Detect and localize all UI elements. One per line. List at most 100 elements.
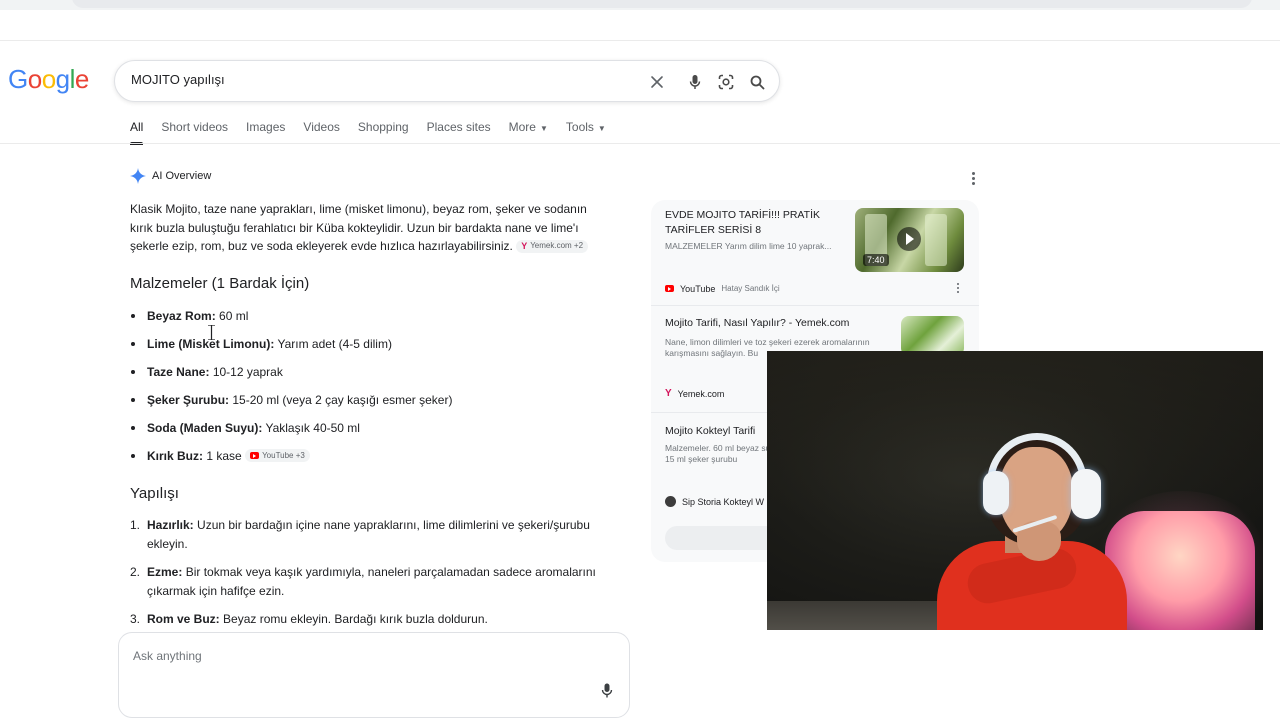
tab-more[interactable]: More ▼ (509, 120, 548, 144)
card-divider (651, 305, 979, 306)
ingredients-list: Beyaz Rom: 60 ml Lime (Misket Limonu): Y… (130, 306, 452, 474)
ingredient-value: 10-12 yaprak (212, 365, 283, 379)
list-item: Şeker Şurubu: 15-20 ml (veya 2 çay kaşığ… (130, 390, 452, 418)
card-title: Mojito Tarifi, Nasıl Yapılır? - Yemek.co… (665, 317, 850, 329)
cursor-icon (208, 325, 215, 340)
card-source[interactable]: YouTube Hatay Sandık İçi (665, 282, 780, 295)
logo-letter: o (41, 64, 56, 94)
clear-icon[interactable] (645, 70, 669, 94)
address-bar[interactable] (72, 0, 1252, 8)
ingredients-heading: Malzemeler (1 Bardak İçin) (130, 275, 310, 292)
card-source[interactable]: Sip Storia Kokteyl W (665, 496, 764, 507)
youtube-icon (665, 282, 674, 295)
source-chip-label: YouTube +3 (262, 450, 305, 460)
more-options-icon[interactable] (966, 170, 980, 186)
headphone-cup-right (1071, 469, 1101, 519)
card-title: EVDE MOJITO TARİFİ!!! PRATİK TARİFLER SE… (665, 209, 820, 236)
tab-all[interactable]: All (130, 120, 144, 145)
ai-overview-header: AI Overview (130, 168, 211, 184)
tab-label: More (508, 120, 536, 134)
ingredient-name: Şeker Şurubu: (147, 393, 230, 407)
youtube-icon (250, 452, 260, 459)
search-input[interactable] (131, 72, 631, 87)
step-text: Bir tokmak veya kaşık yardımıyla, nanele… (147, 565, 596, 598)
tab-images[interactable]: Images (246, 120, 285, 144)
yemek-icon: Y (521, 241, 528, 251)
source-name: YouTube (680, 283, 716, 294)
list-item: Beyaz Rom: 60 ml (130, 306, 452, 334)
browser-address-strip (0, 0, 1280, 10)
ingredient-value: 60 ml (219, 309, 249, 323)
list-item: 1. Hazırlık: Uzun bir bardağın içine nane… (130, 516, 630, 554)
play-icon[interactable] (897, 227, 921, 251)
step-text: Uzun bir bardağın içine nane yaprakların… (147, 518, 590, 551)
tab-label: Short videos (161, 120, 229, 134)
step-name: Rom ve Buz: (147, 612, 220, 626)
more-options-icon[interactable] (955, 282, 961, 294)
list-item: 3. Rom ve Buz: Beyaz romu ekleyin. Bardağ… (130, 610, 630, 629)
mic-icon[interactable] (683, 70, 707, 94)
step-number: 2. (130, 565, 141, 579)
list-item: Lime (Misket Limonu): Yarım adet (4-5 di… (130, 334, 452, 362)
search-box (114, 60, 780, 102)
chevron-down-icon: ▼ (597, 124, 606, 133)
steps-list: 1. Hazırlık: Uzun bir bardağın içine nane… (130, 516, 630, 638)
ingredient-value: 1 kase (206, 449, 242, 463)
ask-box (118, 632, 630, 718)
step-number: 3. (130, 612, 141, 626)
list-item: Kırık Buz: 1 kase YouTube +3 (130, 446, 452, 474)
ask-input[interactable] (133, 649, 533, 663)
logo-letter: e (74, 64, 89, 94)
search-icon[interactable] (745, 70, 769, 94)
ingredient-name: Soda (Maden Suyu): (147, 421, 263, 435)
card-source[interactable]: Y Yemek.com (665, 388, 724, 399)
step-name: Hazırlık: (147, 518, 194, 532)
thumbnail-image (925, 214, 947, 266)
tab-short-videos[interactable]: Short videos (161, 120, 228, 144)
header-divider (0, 40, 1280, 41)
lens-icon[interactable] (714, 70, 738, 94)
yemek-icon: Y (665, 388, 672, 399)
tab-label: Shopping (357, 120, 409, 134)
tab-shopping[interactable]: Shopping (358, 120, 409, 144)
steps-heading: Yapılışı (130, 485, 179, 502)
ingredient-value: Yaklaşık 40-50 ml (265, 421, 360, 435)
tab-videos[interactable]: Videos (303, 120, 339, 144)
chevron-down-icon: ▼ (539, 124, 548, 133)
thumbnail-image[interactable] (901, 316, 964, 356)
tab-places-sites[interactable]: Places sites (427, 120, 491, 144)
source-name: Yemek.com (677, 388, 725, 399)
ai-overview-intro: Klasik Mojito, taze nane yaprakları, lim… (130, 200, 610, 256)
ingredient-name: Beyaz Rom: (147, 309, 216, 323)
tab-label: Places sites (426, 120, 491, 134)
video-duration: 7:40 (863, 254, 889, 266)
step-name: Ezme: (147, 565, 183, 579)
tab-label: Tools (565, 120, 594, 134)
list-item: Soda (Maden Suyu): Yaklaşık 40-50 ml (130, 418, 452, 446)
ai-overview-label: AI Overview (152, 170, 212, 182)
tab-label: All (130, 120, 144, 134)
headphone-cup-left (983, 471, 1009, 515)
card-snippet: Malzemeler. 60 ml beyaz su; 15 ml şeker … (665, 443, 773, 464)
step-number: 1. (130, 518, 141, 532)
tabs-divider (0, 143, 1280, 144)
source-channel: Hatay Sandık İçi (721, 284, 780, 293)
ingredient-name: Taze Nane: (147, 365, 210, 379)
tab-label: Images (246, 120, 286, 134)
tab-tools[interactable]: Tools ▼ (566, 120, 606, 144)
source-chip[interactable]: YouTube +3 (245, 449, 310, 462)
tab-label: Videos (303, 120, 340, 134)
source-chip[interactable]: Y Yemek.com +2 (516, 239, 589, 253)
site-favicon-icon (665, 496, 676, 507)
webcam-gaming-chair (1105, 511, 1255, 630)
logo-letter: G (8, 64, 28, 94)
step-text: Beyaz romu ekleyin. Bardağı kırık buzla … (223, 612, 488, 626)
mic-icon[interactable] (601, 683, 613, 703)
list-item: Taze Nane: 10-12 yaprak (130, 362, 452, 390)
ingredient-value: 15-20 ml (veya 2 çay kaşığı esmer şeker) (232, 393, 453, 407)
sparkle-icon (130, 168, 146, 184)
google-logo[interactable]: Google (8, 64, 89, 95)
webcam-overlay (767, 351, 1263, 630)
ingredient-value: Yarım adet (4-5 dilim) (277, 337, 392, 351)
video-thumbnail[interactable]: 7:40 (855, 208, 964, 272)
